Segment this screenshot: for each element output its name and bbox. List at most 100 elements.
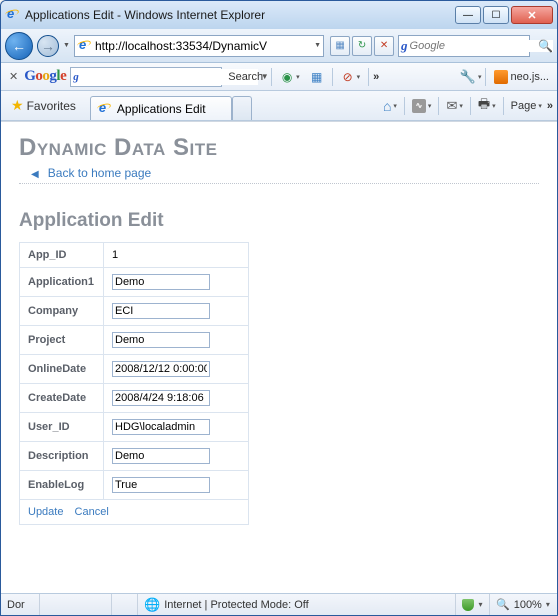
field-cell	[104, 326, 249, 355]
edit-form-table: App_ID1Application1CompanyProjectOnlineD…	[19, 242, 249, 525]
breadcrumb-home-link[interactable]: Back to home page	[48, 166, 151, 180]
home-icon: ⌂	[383, 98, 391, 114]
compat-button[interactable]: ▦	[330, 36, 350, 56]
page-menu[interactable]: Page▾	[508, 95, 545, 117]
update-link[interactable]: Update	[28, 506, 63, 518]
neo-button[interactable]: neo.js...	[490, 67, 553, 87]
form-row: CreateDate	[20, 384, 249, 413]
field-input[interactable]	[112, 448, 210, 464]
favorites-button[interactable]: ★ Favorites	[5, 95, 82, 116]
google-icon: g	[401, 38, 408, 54]
site-title: Dynamic Data Site	[19, 134, 539, 162]
ie-icon: e	[5, 7, 21, 23]
mail-button[interactable]: ✉▾	[443, 95, 465, 117]
status-shield[interactable]: ▾	[455, 594, 489, 615]
refresh-button[interactable]: ↻	[352, 36, 372, 56]
field-input[interactable]	[112, 419, 210, 435]
search-input[interactable]	[410, 40, 553, 52]
tab-title: Applications Edit	[117, 102, 206, 116]
star-icon: ★	[11, 97, 24, 114]
field-cell: 1	[104, 243, 249, 268]
form-row: User_ID	[20, 413, 249, 442]
form-row: Description	[20, 442, 249, 471]
command-bar: ★ Favorites e Applications Edit ⌂▾ ∿▾ ✉▾…	[1, 91, 557, 121]
toolbar-close-icon[interactable]: ✕	[5, 70, 22, 83]
field-label: Application1	[20, 268, 104, 297]
field-cell	[104, 268, 249, 297]
search-box[interactable]: g	[398, 35, 530, 57]
zoom-control[interactable]: 🔍 100% ▾	[489, 594, 557, 615]
cancel-link[interactable]: Cancel	[75, 506, 109, 518]
field-input[interactable]	[112, 274, 210, 290]
field-cell	[104, 442, 249, 471]
settings-icon[interactable]: 🔧	[460, 69, 476, 85]
form-row: Application1	[20, 268, 249, 297]
stop-button[interactable]: ✕	[374, 36, 394, 56]
form-row: App_ID1	[20, 243, 249, 268]
tab-active[interactable]: e Applications Edit	[90, 96, 232, 120]
google-search-field[interactable]: g ▼	[70, 67, 222, 87]
address-dropdown[interactable]: ▼	[314, 42, 321, 49]
ie-icon: e	[77, 38, 93, 54]
address-input[interactable]	[93, 37, 314, 55]
feeds-button[interactable]: ∿▾	[409, 95, 435, 117]
toolbar-btn-2[interactable]: ▦	[306, 67, 328, 87]
globe-icon: 🌐	[144, 597, 160, 613]
page-content: Dynamic Data Site ◀ Back to home page Ap…	[1, 121, 557, 593]
status-bar: Dor 🌐 Internet | Protected Mode: Off ▾ 🔍…	[1, 593, 557, 615]
field-input[interactable]	[112, 390, 210, 406]
toolbar-btn-3[interactable]: ⊘▾	[337, 67, 365, 87]
ie-icon: e	[97, 101, 113, 117]
address-bar[interactable]: e ▼	[74, 35, 324, 57]
protected-mode-label: Internet | Protected Mode: Off	[164, 599, 309, 611]
field-input[interactable]	[112, 477, 210, 493]
form-row: EnableLog	[20, 471, 249, 500]
field-cell	[104, 355, 249, 384]
shield-icon	[462, 599, 474, 611]
zoom-value: 100%	[514, 599, 542, 611]
breadcrumb-arrow-icon: ◀	[31, 169, 39, 180]
field-input[interactable]	[112, 361, 210, 377]
favorites-label: Favorites	[27, 99, 76, 113]
field-label: OnlineDate	[20, 355, 104, 384]
google-logo[interactable]: Google	[24, 68, 66, 85]
maximize-button[interactable]: ☐	[483, 6, 509, 24]
print-button[interactable]: 🖶▾	[475, 95, 499, 117]
google-toolbar: ✕ Google g ▼ Search ◉▾ ▦ ⊘▾ » 🔧▾ neo.js.…	[1, 63, 557, 91]
field-cell	[104, 413, 249, 442]
search-button[interactable]: 🔍	[538, 39, 553, 53]
cmdbar-overflow[interactable]: »	[547, 100, 553, 112]
nav-history-dropdown[interactable]: ▼	[63, 42, 70, 49]
new-tab-button[interactable]	[232, 96, 252, 120]
toolbar-overflow[interactable]: »	[373, 71, 379, 83]
field-label: App_ID	[20, 243, 104, 268]
breadcrumb: ◀ Back to home page	[19, 166, 539, 184]
window-title: Applications Edit - Windows Internet Exp…	[25, 8, 455, 22]
field-label: User_ID	[20, 413, 104, 442]
form-row: Project	[20, 326, 249, 355]
field-label: Description	[20, 442, 104, 471]
field-label: EnableLog	[20, 471, 104, 500]
field-input[interactable]	[112, 303, 210, 319]
form-row: Company	[20, 297, 249, 326]
search-button[interactable]: Search	[224, 67, 267, 87]
status-zone[interactable]: 🌐 Internet | Protected Mode: Off	[137, 594, 455, 615]
toolbar-btn-1[interactable]: ◉▾	[276, 67, 304, 87]
home-button[interactable]: ⌂▾	[380, 95, 400, 117]
minimize-button[interactable]: —	[455, 6, 481, 24]
navbar: ← → ▼ e ▼ ▦ ↻ ✕ g 🔍	[1, 29, 557, 63]
close-button[interactable]: ✕	[511, 6, 553, 24]
status-pane-2	[111, 594, 137, 615]
page-heading: Application Edit	[19, 210, 539, 232]
forward-button[interactable]: →	[37, 35, 59, 57]
google-icon: g	[71, 71, 81, 83]
field-label: Company	[20, 297, 104, 326]
field-cell	[104, 471, 249, 500]
form-row: OnlineDate	[20, 355, 249, 384]
field-label: CreateDate	[20, 384, 104, 413]
back-button[interactable]: ←	[5, 32, 33, 60]
titlebar: e Applications Edit - Windows Internet E…	[1, 1, 557, 29]
field-input[interactable]	[112, 332, 210, 348]
rss-icon: ∿	[412, 99, 426, 113]
field-cell	[104, 384, 249, 413]
